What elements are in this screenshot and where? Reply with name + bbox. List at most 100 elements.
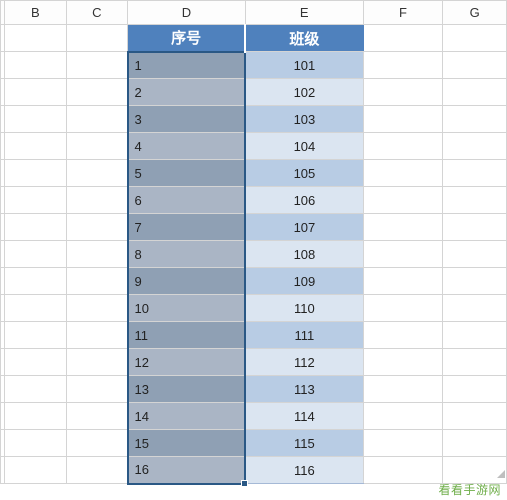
cell[interactable]	[363, 322, 443, 349]
cell[interactable]	[443, 430, 507, 457]
cell[interactable]	[363, 160, 443, 187]
cell[interactable]	[66, 457, 127, 484]
cell-class[interactable]: 107	[245, 214, 363, 241]
cell[interactable]	[66, 322, 127, 349]
col-header-E[interactable]: E	[245, 1, 363, 25]
cell[interactable]	[5, 322, 66, 349]
cell[interactable]	[5, 295, 66, 322]
cell[interactable]	[363, 106, 443, 133]
cell-class[interactable]: 112	[245, 349, 363, 376]
col-header-F[interactable]: F	[363, 1, 443, 25]
cell[interactable]	[5, 187, 66, 214]
cell[interactable]	[66, 268, 127, 295]
cell[interactable]	[443, 403, 507, 430]
cell[interactable]	[443, 106, 507, 133]
col-header-C[interactable]: C	[66, 1, 127, 25]
cell[interactable]	[443, 25, 507, 52]
col-header-D[interactable]: D	[128, 1, 246, 25]
cell-class[interactable]: 102	[245, 79, 363, 106]
cell-class[interactable]: 104	[245, 133, 363, 160]
cell[interactable]	[5, 268, 66, 295]
cell-seq[interactable]: 6	[128, 187, 246, 214]
cell[interactable]	[5, 79, 66, 106]
cell-class[interactable]: 111	[245, 322, 363, 349]
cell[interactable]	[66, 133, 127, 160]
spreadsheet-grid[interactable]: B C D E F G 序号班级110121023103410451056106…	[0, 0, 507, 485]
cell-seq[interactable]: 13	[128, 376, 246, 403]
cell-class[interactable]: 106	[245, 187, 363, 214]
cell[interactable]	[363, 403, 443, 430]
cell[interactable]	[66, 376, 127, 403]
cell[interactable]	[5, 349, 66, 376]
cell[interactable]	[5, 430, 66, 457]
cell[interactable]	[5, 25, 66, 52]
cell[interactable]	[443, 376, 507, 403]
cell[interactable]	[363, 457, 443, 484]
cell-class[interactable]: 101	[245, 52, 363, 79]
cell[interactable]	[363, 241, 443, 268]
cell[interactable]	[66, 160, 127, 187]
header-class[interactable]: 班级	[245, 25, 363, 52]
cell[interactable]	[363, 79, 443, 106]
cell-seq[interactable]: 9	[128, 268, 246, 295]
cell[interactable]	[66, 187, 127, 214]
cell-class[interactable]: 115	[245, 430, 363, 457]
cell[interactable]	[443, 349, 507, 376]
cell-seq[interactable]: 4	[128, 133, 246, 160]
cell[interactable]	[363, 349, 443, 376]
cell-seq[interactable]: 14	[128, 403, 246, 430]
cell[interactable]	[443, 52, 507, 79]
cell[interactable]	[363, 268, 443, 295]
cell[interactable]	[66, 295, 127, 322]
cell[interactable]	[5, 403, 66, 430]
cell[interactable]	[66, 430, 127, 457]
cell[interactable]	[443, 241, 507, 268]
cell[interactable]	[5, 106, 66, 133]
cell[interactable]	[66, 79, 127, 106]
cell[interactable]	[66, 25, 127, 52]
cell[interactable]	[363, 133, 443, 160]
cell[interactable]	[5, 214, 66, 241]
cell[interactable]	[443, 268, 507, 295]
cell-class[interactable]: 116	[245, 457, 363, 484]
cell[interactable]	[363, 430, 443, 457]
fill-handle[interactable]	[241, 480, 248, 487]
cell[interactable]	[5, 241, 66, 268]
cell-seq[interactable]: 16	[128, 457, 246, 484]
cell-seq[interactable]: 11	[128, 322, 246, 349]
cell-seq[interactable]: 1	[128, 52, 246, 79]
col-header-G[interactable]: G	[443, 1, 507, 25]
cell-seq[interactable]: 5	[128, 160, 246, 187]
cell-class[interactable]: 114	[245, 403, 363, 430]
cell-seq[interactable]: 7	[128, 214, 246, 241]
cell-class[interactable]: 113	[245, 376, 363, 403]
cell[interactable]	[66, 214, 127, 241]
cell[interactable]	[443, 295, 507, 322]
cell-seq[interactable]: 2	[128, 79, 246, 106]
cell[interactable]	[443, 187, 507, 214]
cell[interactable]	[363, 25, 443, 52]
cell[interactable]	[66, 403, 127, 430]
scroll-corner-icon[interactable]	[495, 468, 507, 480]
cell-class[interactable]: 103	[245, 106, 363, 133]
cell[interactable]	[66, 349, 127, 376]
cell-class[interactable]: 110	[245, 295, 363, 322]
cell[interactable]	[443, 160, 507, 187]
cell[interactable]	[443, 79, 507, 106]
cell-seq[interactable]: 10	[128, 295, 246, 322]
col-header-B[interactable]: B	[5, 1, 66, 25]
cell[interactable]	[363, 376, 443, 403]
cell[interactable]	[443, 322, 507, 349]
cell[interactable]	[66, 52, 127, 79]
cell[interactable]	[363, 214, 443, 241]
cell[interactable]	[5, 376, 66, 403]
cell-seq[interactable]: 15	[128, 430, 246, 457]
cell[interactable]	[5, 160, 66, 187]
cell[interactable]	[5, 52, 66, 79]
header-seq[interactable]: 序号	[128, 25, 246, 52]
cell[interactable]	[66, 241, 127, 268]
cell[interactable]	[66, 106, 127, 133]
cell[interactable]	[363, 295, 443, 322]
cell-seq[interactable]: 12	[128, 349, 246, 376]
cell-seq[interactable]: 8	[128, 241, 246, 268]
